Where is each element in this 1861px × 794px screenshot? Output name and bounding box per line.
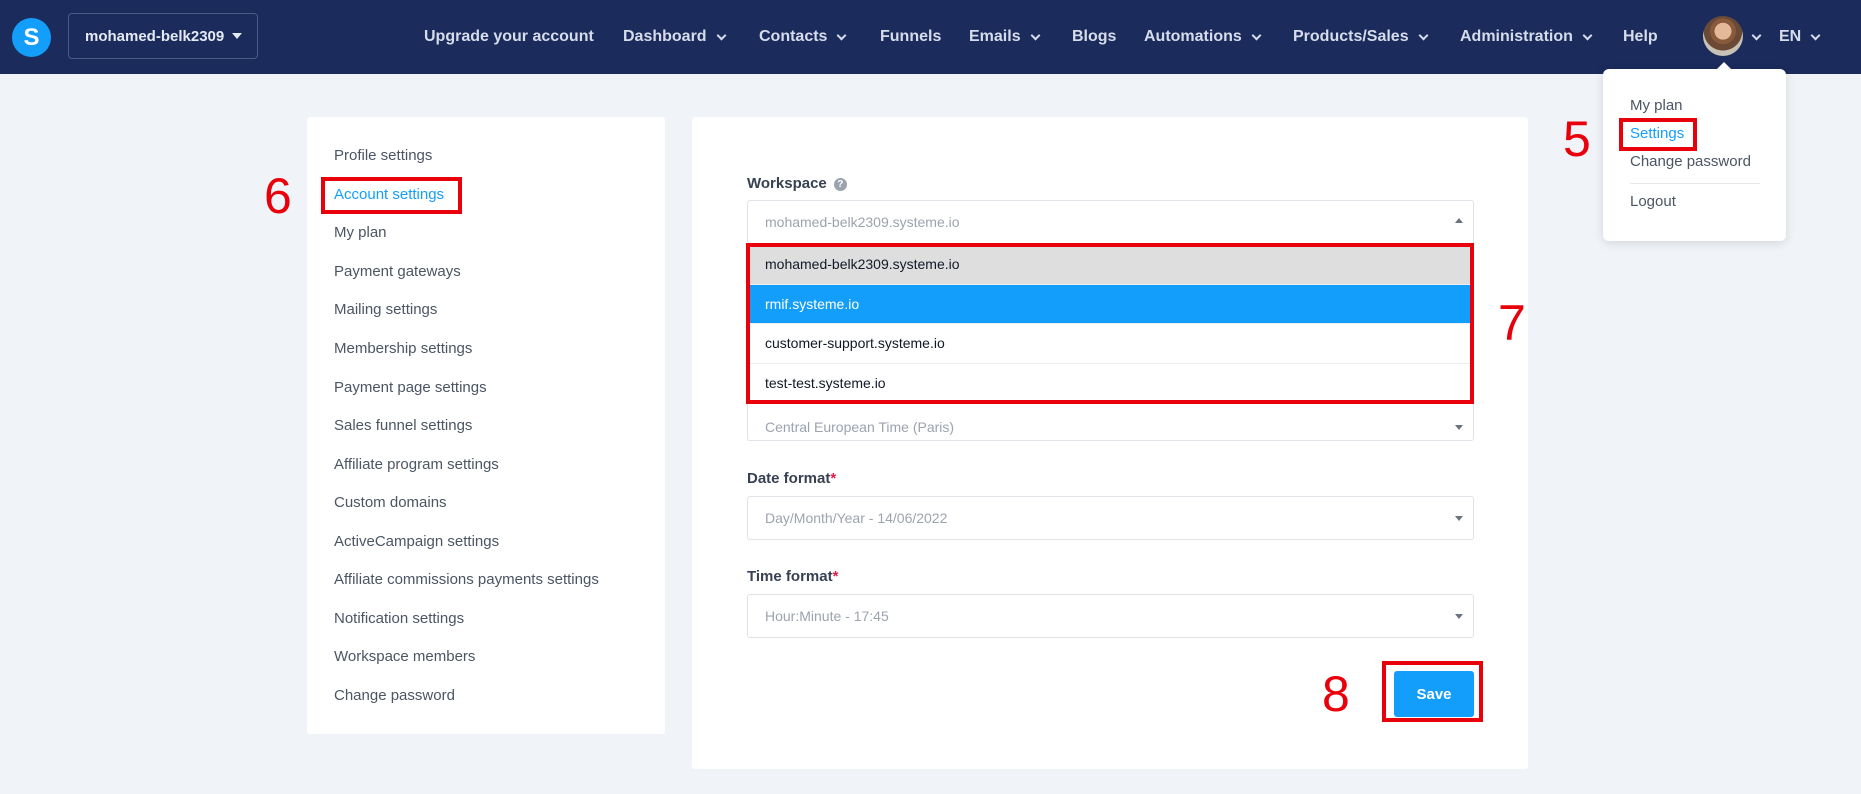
nav-administration-label: Administration [1460,28,1573,45]
caret-down-icon [1455,516,1463,521]
time-format-select-value: Hour:Minute - 17:45 [765,608,889,624]
chevron-down-icon [716,30,727,40]
date-format-select[interactable]: Day/Month/Year - 14/06/2022 [747,496,1474,540]
nav-administration[interactable]: Administration [1460,0,1593,74]
sidebar-item-sales-funnel-settings[interactable]: Sales funnel settings [334,417,472,434]
sidebar-item-my-plan[interactable]: My plan [334,224,387,241]
chevron-down-icon [1418,30,1429,40]
caret-down-icon [1455,614,1463,619]
annotation-step-5: 5 [1563,111,1591,167]
nav-help-label: Help [1623,28,1658,45]
sidebar-item-custom-domains[interactable]: Custom domains [334,494,447,511]
caret-down-icon [232,33,243,39]
nav-products-sales-label: Products/Sales [1293,28,1409,45]
nav-contacts-label: Contacts [759,28,828,45]
chevron-down-icon [1030,30,1041,40]
time-format-label-text: Time format [747,568,833,585]
top-navbar: S mohamed-belk2309 Upgrade your account … [0,0,1861,74]
nav-dashboard[interactable]: Dashboard [623,0,727,74]
profile-dropdown-menu: My plan Settings Change password Logout [1603,62,1786,241]
workspace-select-value: mohamed-belk2309.systeme.io [765,214,960,230]
help-icon[interactable]: ? [833,178,847,191]
sidebar-item-payment-page-settings[interactable]: Payment page settings [334,379,487,396]
language-label: EN [1779,28,1802,45]
annotation-box-workspace-options [746,243,1474,404]
sidebar-item-membership-settings[interactable]: Membership settings [334,340,472,357]
required-mark: * [830,470,837,487]
nav-blogs[interactable]: Blogs [1072,0,1116,74]
nav-funnels-label: Funnels [880,28,942,45]
caret-down-icon [1455,425,1463,430]
sidebar-item-payment-gateways[interactable]: Payment gateways [334,263,461,280]
date-format-label-text: Date format [747,470,831,487]
menu-item-my-plan[interactable]: My plan [1630,97,1683,114]
annotation-step-8: 8 [1322,666,1350,722]
caret-up-icon [1455,218,1463,223]
chevron-down-icon [1810,30,1821,40]
nav-funnels[interactable]: Funnels [880,0,941,74]
avatar[interactable] [1703,16,1743,56]
dropdown-pointer [1716,62,1732,70]
time-format-label: Time format* [747,568,838,585]
workspace-switcher-label: mohamed-belk2309 [85,27,225,45]
chevron-down-icon [837,30,847,40]
nav-contacts[interactable]: Contacts [759,0,847,74]
nav-dashboard-label: Dashboard [623,28,707,45]
sidebar-item-workspace-members[interactable]: Workspace members [334,648,475,665]
avatar-menu-toggle[interactable] [1751,0,1762,74]
sidebar-item-profile-settings[interactable]: Profile settings [334,147,432,164]
workspace-label: Workspace? [747,175,847,192]
sidebar-item-affiliate-program-settings[interactable]: Affiliate program settings [334,456,499,473]
sidebar-item-affiliate-commissions-payments-settings[interactable]: Affiliate commissions payments settings [334,571,599,588]
menu-item-logout[interactable]: Logout [1630,193,1676,210]
nav-upgrade[interactable]: Upgrade your account [424,0,594,74]
workspace-switcher[interactable]: mohamed-belk2309 [68,13,258,59]
language-selector[interactable]: EN [1779,0,1821,74]
sidebar-item-notification-settings[interactable]: Notification settings [334,610,464,627]
sidebar-item-mailing-settings[interactable]: Mailing settings [334,301,437,318]
annotation-box-settings [1619,118,1697,151]
date-format-select-value: Day/Month/Year - 14/06/2022 [765,510,948,526]
chevron-down-icon [1251,30,1262,40]
nav-help[interactable]: Help [1623,0,1658,74]
sidebar-item-activecampaign-settings[interactable]: ActiveCampaign settings [334,533,499,550]
annotation-box-account-settings [321,177,462,214]
nav-products-sales[interactable]: Products/Sales [1293,0,1429,74]
menu-item-change-password[interactable]: Change password [1630,153,1751,170]
annotation-step-6: 6 [264,168,292,224]
time-format-select[interactable]: Hour:Minute - 17:45 [747,594,1474,638]
nav-upgrade-label: Upgrade your account [424,28,594,45]
workspace-label-text: Workspace [747,175,827,192]
nav-automations-label: Automations [1144,28,1242,45]
annotation-step-7: 7 [1498,295,1526,351]
date-format-label: Date format* [747,470,836,487]
workspace-select[interactable]: mohamed-belk2309.systeme.io [747,200,1474,244]
app-logo[interactable]: S [12,18,51,57]
nav-blogs-label: Blogs [1072,28,1117,45]
nav-emails-label: Emails [969,28,1021,45]
sidebar-item-change-password[interactable]: Change password [334,687,455,704]
chevron-down-icon [1751,30,1762,40]
chevron-down-icon [1582,30,1593,40]
nav-emails[interactable]: Emails [969,0,1041,74]
timezone-select-value: Central European Time (Paris) [765,418,955,435]
required-mark: * [832,568,839,585]
nav-automations[interactable]: Automations [1144,0,1262,74]
annotation-box-save [1382,661,1483,722]
menu-divider [1630,183,1760,184]
